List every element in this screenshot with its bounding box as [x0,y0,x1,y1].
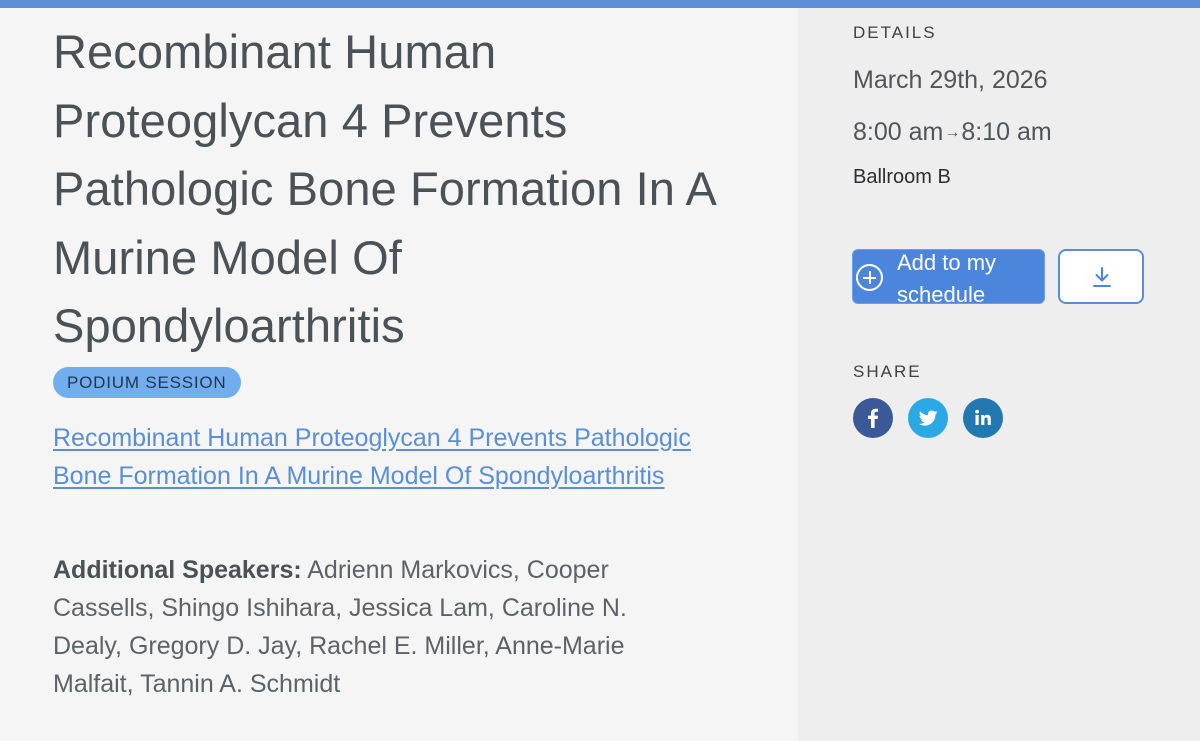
share-heading: SHARE [853,362,922,381]
twitter-icon [919,410,938,426]
top-accent-bar [0,0,1200,8]
session-date: March 29th, 2026 [853,66,1048,94]
session-room: Ballroom B [853,166,951,188]
session-type-badge: PODIUM SESSION [53,367,241,398]
twitter-share-button[interactable] [908,398,948,438]
linkedin-share-button[interactable] [963,398,1003,438]
additional-speakers: Additional Speakers: Adrienn Markovics, … [53,551,693,703]
time-end: 8:10 am [961,118,1052,146]
details-heading: DETAILS [853,23,937,42]
facebook-icon [868,408,879,428]
add-to-schedule-label: Add to my schedule [897,250,997,307]
linkedin-icon [975,409,991,425]
download-icon [1093,267,1111,287]
add-to-schedule-button[interactable]: Add to my schedule [852,249,1045,307]
time-start: 8:00 am [853,118,944,146]
download-button[interactable] [1058,249,1144,304]
facebook-share-button[interactable] [853,398,893,438]
speakers-label: Additional Speakers: [53,556,302,584]
abstract-link[interactable]: Recombinant Human Proteoglycan 4 Prevent… [53,419,693,495]
session-time: 8:00 am→8:10 am [853,118,1052,147]
arrow-right-icon: → [944,124,961,141]
plus-circle-icon [856,264,883,291]
session-title: Recombinant Human Proteoglycan 4 Prevent… [53,25,715,352]
